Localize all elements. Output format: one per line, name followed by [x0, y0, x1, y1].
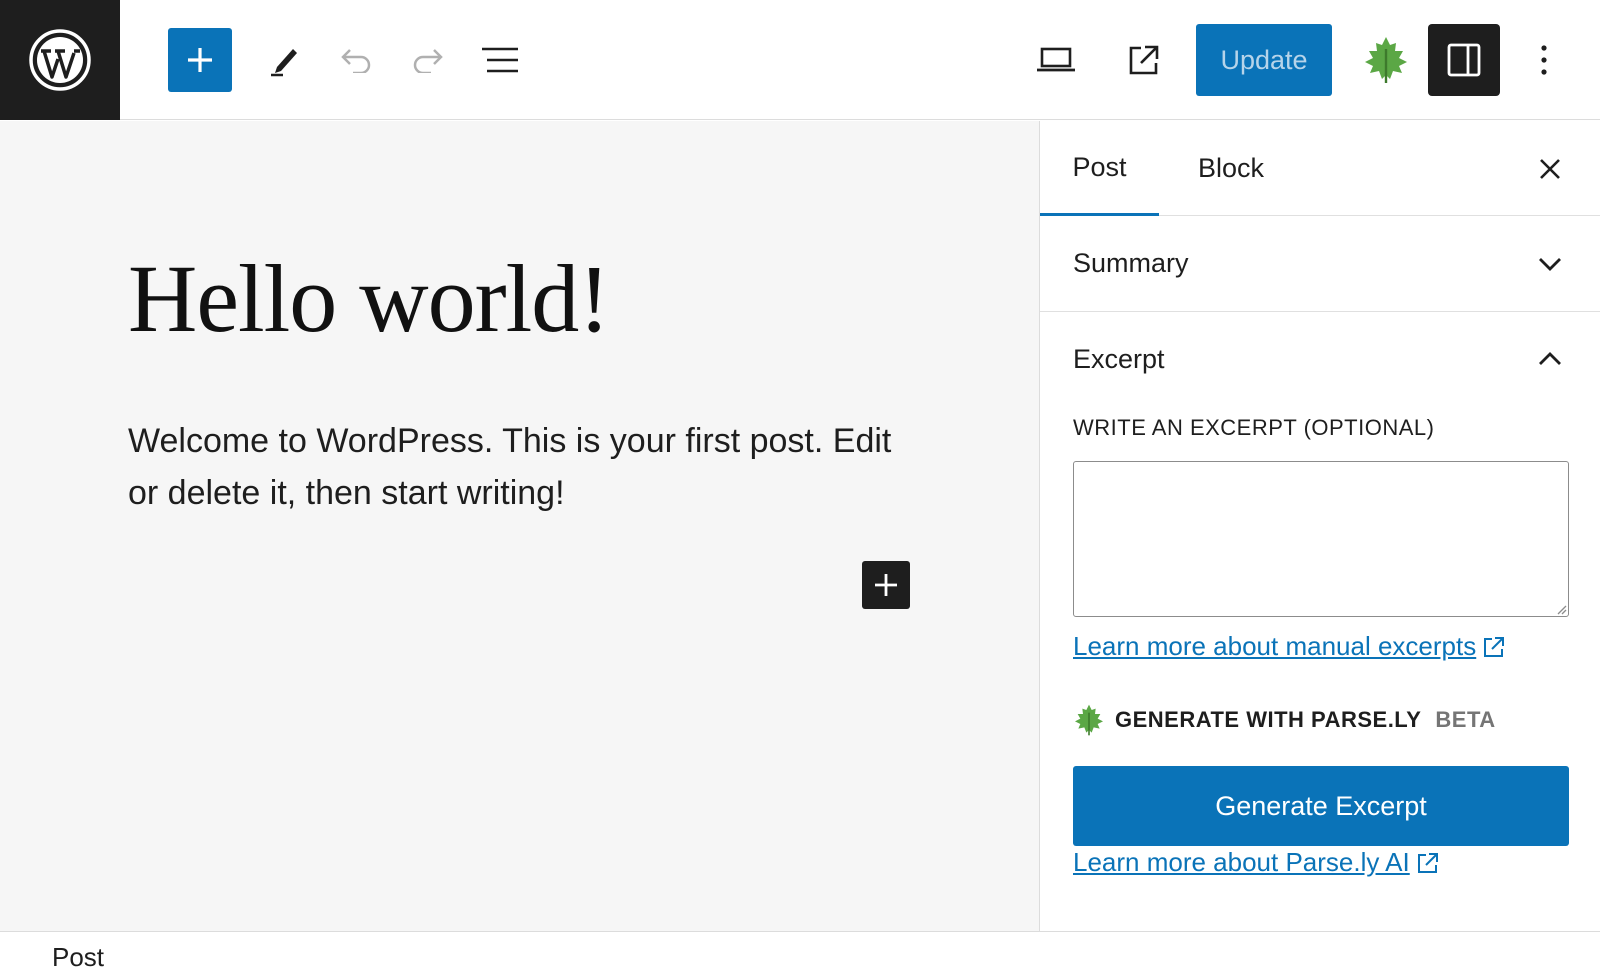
- sidebar-tabs: Post Block: [1040, 121, 1600, 216]
- tab-block[interactable]: Block: [1186, 121, 1276, 216]
- editor-canvas: Hello world! Welcome to WordPress. This …: [0, 121, 1039, 931]
- undo-button[interactable]: [332, 36, 380, 84]
- external-link-icon: [1129, 45, 1159, 75]
- generate-with-parsely-label: GENERATE WITH PARSE.LY: [1115, 707, 1422, 732]
- post-title[interactable]: Hello world!: [128, 241, 610, 356]
- excerpt-field-label: WRITE AN EXCERPT (OPTIONAL): [1073, 415, 1435, 440]
- chevron-down-icon: [1539, 258, 1561, 271]
- tab-post[interactable]: Post: [1040, 121, 1159, 216]
- summary-panel-title: Summary: [1073, 248, 1189, 278]
- settings-sidebar-toggle[interactable]: [1428, 24, 1500, 96]
- wordpress-logo-button[interactable]: [0, 0, 120, 120]
- manual-excerpts-link-text: Learn more about manual excerpts: [1073, 631, 1477, 661]
- options-button[interactable]: [1520, 36, 1568, 84]
- plus-icon: [188, 48, 212, 72]
- beta-badge: BETA: [1435, 707, 1496, 732]
- generate-excerpt-button[interactable]: Generate Excerpt: [1073, 766, 1569, 846]
- settings-sidebar: Post Block Summary Excerpt WRITE AN EXCE…: [1039, 121, 1600, 931]
- summary-chevron: [1526, 240, 1574, 288]
- manual-excerpts-link[interactable]: Learn more about manual excerpts: [1073, 631, 1506, 662]
- excerpt-panel-toggle[interactable]: Excerpt: [1040, 311, 1600, 407]
- close-icon: [1540, 159, 1560, 179]
- parsely-ai-link[interactable]: Learn more about Parse.ly AI: [1073, 847, 1440, 878]
- block-inserter-button[interactable]: [168, 28, 232, 92]
- parsely-leaf-icon: [1365, 37, 1407, 83]
- plus-icon: [875, 574, 897, 596]
- undo-icon: [341, 49, 371, 73]
- external-link-icon: [1484, 636, 1505, 657]
- paragraph-block[interactable]: Welcome to WordPress. This is your first…: [128, 415, 908, 519]
- editor-footer: Post: [0, 931, 1600, 980]
- block-breadcrumb[interactable]: Post: [52, 942, 104, 973]
- redo-button[interactable]: [404, 36, 452, 84]
- list-view-icon: [482, 47, 518, 73]
- redo-icon: [413, 49, 443, 73]
- excerpt-textarea[interactable]: [1073, 461, 1569, 617]
- sidebar-toggle-icon: [1447, 43, 1481, 77]
- parsely-ai-link-text: Learn more about Parse.ly AI: [1073, 847, 1410, 877]
- pen-tool-icon: [271, 49, 297, 77]
- parsely-leaf-icon: [1075, 704, 1103, 736]
- summary-panel-toggle[interactable]: Summary: [1040, 216, 1600, 312]
- chevron-up-icon: [1539, 352, 1561, 365]
- desktop-preview-icon: [1037, 47, 1075, 72]
- wordpress-logo-icon: [29, 29, 91, 91]
- resize-grip-icon[interactable]: [1555, 603, 1567, 615]
- parsely-generate-heading: GENERATE WITH PARSE.LY BETA: [1073, 703, 1496, 737]
- excerpt-panel-title: Excerpt: [1073, 343, 1165, 374]
- parsely-button[interactable]: [1358, 32, 1414, 88]
- preview-button[interactable]: [1032, 36, 1080, 84]
- document-overview-button[interactable]: [476, 36, 524, 84]
- view-post-button[interactable]: [1120, 36, 1168, 84]
- tools-button[interactable]: [260, 36, 308, 84]
- close-settings-button[interactable]: [1526, 145, 1574, 193]
- update-button[interactable]: Update: [1196, 24, 1332, 96]
- inline-block-inserter-button[interactable]: [862, 561, 910, 609]
- more-vertical-icon: [1541, 45, 1547, 75]
- external-link-icon: [1417, 852, 1438, 873]
- excerpt-chevron: [1526, 335, 1574, 383]
- editor-header: Update: [0, 0, 1600, 120]
